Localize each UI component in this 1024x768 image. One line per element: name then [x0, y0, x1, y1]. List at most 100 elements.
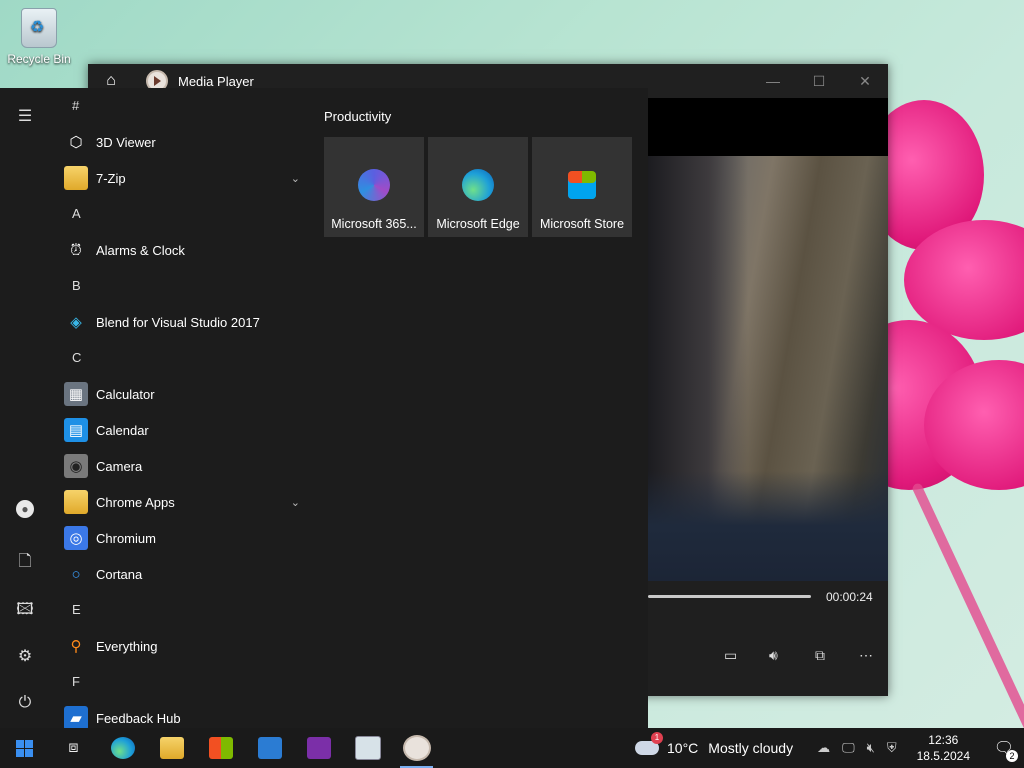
pictures-icon[interactable]: 🖾 [0, 598, 50, 625]
close-button[interactable]: ✕ [842, 73, 888, 90]
app-label: 3D Viewer [96, 134, 156, 150]
captions-icon[interactable]: ▭ [724, 647, 737, 664]
clock[interactable]: 12:36 18.5.2024 [917, 732, 970, 764]
security-icon[interactable]: ⛨ [887, 740, 897, 756]
video-letterbox [648, 98, 888, 156]
network-icon[interactable]: ☁ [817, 740, 830, 756]
app-label: Everything [96, 638, 158, 654]
taskbar-store[interactable] [196, 728, 245, 768]
section-letter[interactable]: # [50, 88, 312, 124]
settings-gear-icon[interactable]: ⚙ [0, 646, 50, 666]
maximize-button[interactable]: ☐ [796, 73, 842, 90]
weather-temp: 10°C [667, 740, 699, 756]
taskbar-app[interactable] [343, 728, 392, 768]
app-label: Chrome Apps [96, 494, 175, 510]
notification-count: 2 [1006, 750, 1018, 762]
edge-icon [110, 737, 135, 759]
app-list-item[interactable]: 7-Zip ⌄ [50, 160, 312, 196]
taskbar: ⧈ 1 10°C Mostly cloudy ☁ 🖵 🔇︎ ⛨ 12:36 18… [0, 728, 1024, 768]
app-list-item[interactable]: ▦ Calculator [50, 376, 312, 412]
app-list[interactable]: # ⬡ 3D Viewer 7-Zip ⌄ A ⏰︎ Alarms & Clock B ◈ Blen… [50, 88, 312, 728]
app-label: Calendar [96, 422, 149, 438]
taskbar-edge[interactable] [98, 728, 147, 768]
documents-icon[interactable]: 🗋 [0, 550, 50, 577]
section-letter[interactable]: F [50, 664, 312, 700]
minimize-button[interactable]: — [750, 73, 796, 90]
section-letter[interactable]: A [50, 196, 312, 232]
hamburger-icon[interactable]: ☰ [0, 106, 50, 126]
tile-microsoft-store[interactable]: Microsoft Store [532, 137, 632, 237]
taskbar-mail[interactable] [245, 728, 294, 768]
app-list-item[interactable]: ⚲ Everything [50, 628, 312, 664]
taskbar-onenote[interactable] [294, 728, 343, 768]
folder-icon [64, 166, 88, 190]
recycle-bin-label: Recycle Bin [7, 52, 71, 66]
task-view-icon: ⧈ [68, 739, 79, 756]
weather-text: Mostly cloudy [708, 740, 794, 756]
blend-icon: ◈ [70, 314, 82, 331]
volume-icon[interactable]: 🔊︎ [769, 647, 778, 664]
tile-microsoft-365[interactable]: Microsoft 365... [324, 137, 424, 237]
calculator-icon: ▦ [64, 382, 88, 406]
folder-icon [64, 490, 88, 514]
power-icon[interactable]: ⏻ [0, 694, 50, 712]
app-list-item[interactable]: ○ Cortana [50, 556, 312, 592]
onenote-icon [306, 737, 331, 759]
more-options-icon[interactable]: ⋯ [859, 647, 873, 664]
taskbar-media-player[interactable] [392, 728, 441, 768]
mini-player-icon[interactable]: ⧉ [815, 647, 825, 664]
section-letter[interactable]: B [50, 268, 312, 304]
mail-icon [257, 737, 282, 759]
tile-microsoft-edge[interactable]: Microsoft Edge [428, 137, 528, 237]
section-letter[interactable]: E [50, 592, 312, 628]
camera-icon: ◉ [64, 454, 88, 478]
tile-group-title: Productivity [324, 109, 392, 124]
tile-label: Microsoft Store [539, 217, 625, 231]
edge-icon [462, 169, 494, 201]
account-icon[interactable]: ● [0, 500, 50, 518]
start-rail: ☰ ● 🗋 🖾 ⚙ ⏻ [0, 88, 50, 728]
app-list-item[interactable]: ▤ Calendar [50, 412, 312, 448]
notifications-button[interactable]: 🗨︎ 2 [984, 728, 1024, 768]
task-view-button[interactable]: ⧈ [49, 728, 98, 768]
app-list-item[interactable]: ⬡ 3D Viewer [50, 124, 312, 160]
cube-icon: ⬡ [69, 134, 83, 151]
store-icon [568, 171, 596, 199]
app-list-item[interactable]: ▰ Feedback Hub [50, 700, 312, 728]
app-label: Blend for Visual Studio 2017 [96, 314, 260, 330]
start-button[interactable] [0, 728, 49, 768]
windows-logo-icon [16, 739, 33, 757]
app-list-item[interactable]: Chrome Apps ⌄ [50, 484, 312, 520]
start-menu[interactable]: ☰ ● 🗋 🖾 ⚙ ⏻ # ⬡ 3D Viewer 7-Zip ⌄ A ⏰︎ Alarms &… [0, 88, 648, 728]
chevron-down-icon[interactable]: ⌄ [291, 172, 300, 185]
system-tray: 1 10°C Mostly cloudy ☁ 🖵 🔇︎ ⛨ 12:36 18.5… [635, 728, 1024, 768]
volume-muted-icon[interactable]: 🔇︎ [867, 740, 875, 756]
app-label: 7-Zip [96, 170, 126, 186]
cortana-icon: ○ [71, 565, 81, 583]
chromium-icon: ◎ [64, 526, 88, 550]
app-list-item[interactable]: ◎ Chromium [50, 520, 312, 556]
app-list-item[interactable]: ◉ Camera [50, 448, 312, 484]
weather-badge: 1 [651, 732, 663, 744]
chevron-down-icon[interactable]: ⌄ [291, 496, 300, 509]
video-frame[interactable] [648, 156, 888, 581]
clock-icon: ⏰︎ [70, 241, 82, 259]
app-list-item[interactable]: ◈ Blend for Visual Studio 2017 [50, 304, 312, 340]
clock-time: 12:36 [928, 733, 959, 747]
app-list-item[interactable]: ⏰︎ Alarms & Clock [50, 232, 312, 268]
feedback-icon: ▰ [64, 706, 88, 728]
app-label: Cortana [96, 566, 143, 582]
calendar-icon: ▤ [64, 418, 88, 442]
seek-bar[interactable] [648, 595, 811, 598]
taskbar-file-explorer[interactable] [147, 728, 196, 768]
store-icon [208, 737, 233, 759]
app-label: Calculator [96, 386, 155, 402]
tile-label: Microsoft 365... [331, 217, 417, 231]
weather-widget[interactable]: 1 10°C Mostly cloudy [635, 732, 794, 756]
app-label: Alarms & Clock [96, 242, 185, 258]
recycle-bin[interactable]: Recycle Bin [6, 8, 72, 66]
section-letter[interactable]: C [50, 340, 312, 376]
display-icon[interactable]: 🖵 [842, 740, 855, 756]
microsoft-365-icon [358, 169, 390, 201]
clock-date: 18.5.2024 [916, 749, 970, 763]
